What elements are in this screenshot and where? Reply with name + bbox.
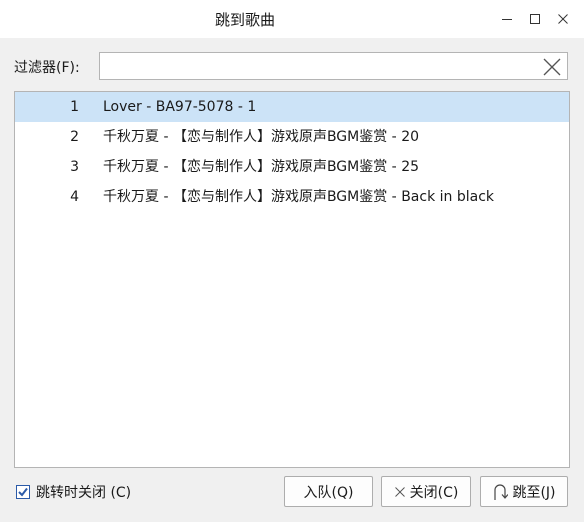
jump-button-label: 跳至(J) (512, 484, 556, 501)
close-icon (394, 486, 405, 497)
title-bar: 跳到歌曲 (0, 0, 584, 38)
clear-icon (543, 58, 561, 76)
song-title: 千秋万夏 - 【恋与制作人】游戏原声BGM鉴赏 - Back in black (103, 189, 495, 205)
close-button-label: 关闭(C) (409, 484, 459, 501)
maximize-button[interactable] (523, 8, 547, 30)
song-title: 千秋万夏 - 【恋与制作人】游戏原声BGM鉴赏 - 20 (103, 129, 420, 145)
jump-arrow-icon (494, 483, 509, 500)
song-title: 千秋万夏 - 【恋与制作人】游戏原声BGM鉴赏 - 25 (103, 159, 420, 175)
song-index: 4 (70, 189, 79, 205)
list-item[interactable]: 4 千秋万夏 - 【恋与制作人】游戏原声BGM鉴赏 - Back in blac… (15, 182, 569, 212)
enqueue-button-label: 入队(Q) (303, 484, 354, 501)
maximize-icon (530, 14, 540, 24)
list-item[interactable]: 1 Lover - BA97-5078 - 1 (15, 92, 569, 122)
list-item[interactable]: 3 千秋万夏 - 【恋与制作人】游戏原声BGM鉴赏 - 25 (15, 152, 569, 182)
minimize-button[interactable] (495, 8, 519, 30)
song-index: 3 (70, 159, 79, 175)
song-title: Lover - BA97-5078 - 1 (103, 99, 257, 115)
filter-input[interactable] (100, 53, 530, 79)
close-button[interactable]: 关闭(C) (381, 476, 471, 507)
filter-field[interactable] (99, 52, 568, 80)
clear-filter-button[interactable] (541, 56, 563, 78)
window-title: 跳到歌曲 (214, 11, 275, 29)
enqueue-button[interactable]: 入队(Q) (284, 476, 373, 507)
checkmark-icon (18, 487, 28, 497)
close-after-jump-checkbox[interactable]: 跳转时关闭 (C) (16, 483, 131, 501)
song-index: 2 (70, 129, 79, 145)
checkbox-box[interactable] (16, 485, 30, 499)
jump-button[interactable]: 跳至(J) (480, 476, 568, 507)
close-window-button[interactable] (551, 8, 575, 30)
minimize-icon (502, 19, 512, 20)
close-icon (558, 14, 568, 24)
checkbox-label: 跳转时关闭 (C) (36, 485, 132, 501)
song-list[interactable]: 1 Lover - BA97-5078 - 1 2 千秋万夏 - 【恋与制作人】… (14, 91, 570, 468)
song-index: 1 (70, 99, 79, 115)
filter-label: 过滤器(F): (14, 60, 80, 76)
list-item[interactable]: 2 千秋万夏 - 【恋与制作人】游戏原声BGM鉴赏 - 20 (15, 122, 569, 152)
jump-to-song-dialog: 跳到歌曲 过滤器(F): 1 Lover - BA97-5078 - 1 2 千… (0, 0, 584, 522)
